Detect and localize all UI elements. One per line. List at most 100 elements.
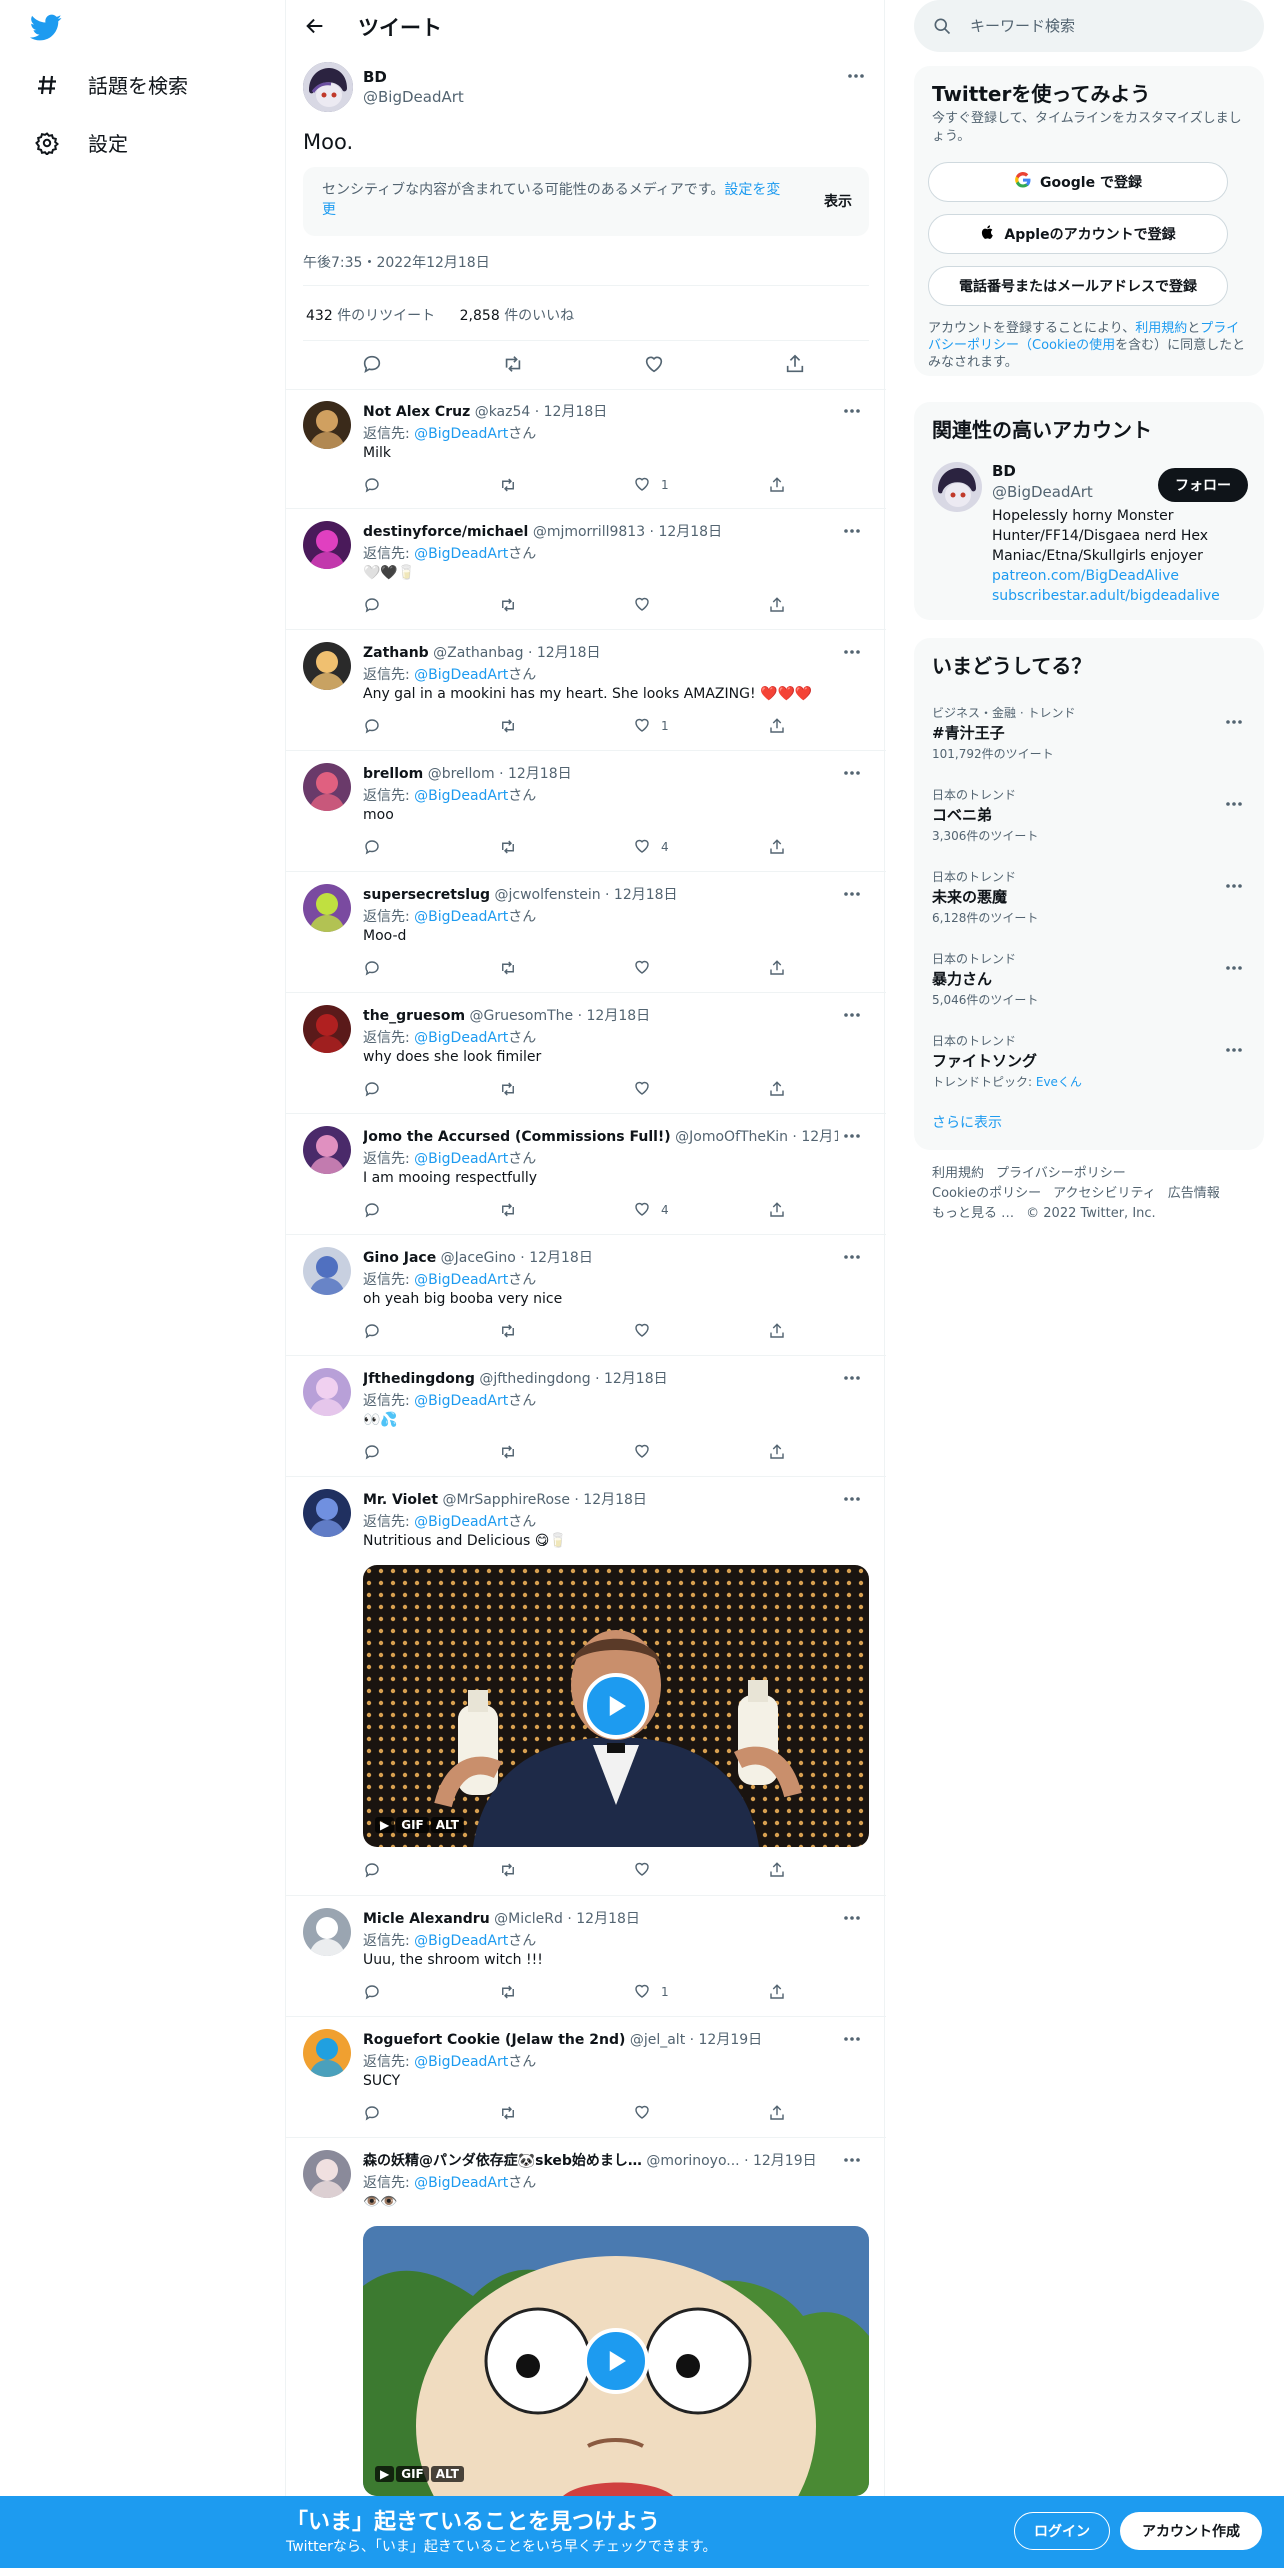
share-icon[interactable] [768,2102,786,2124]
share-icon[interactable] [768,957,786,979]
retweet-icon[interactable] [498,1859,518,1881]
reply-icon[interactable] [363,715,381,737]
more-options-icon[interactable] [1224,958,1250,978]
reply-handle-date[interactable]: @GruesomThe · 12月18日 [470,1008,651,1024]
login-button[interactable]: ログイン [1014,2512,1110,2550]
share-icon[interactable] [768,715,786,737]
reply-to-link[interactable]: @BigDeadArt [414,1272,508,1288]
reply-icon[interactable] [363,474,381,496]
reply-icon[interactable] [363,1441,381,1463]
reply-author-name[interactable]: Mr. Violet [363,1492,438,1508]
reply-handle-date[interactable]: @MrSapphireRose · 12月18日 [442,1492,646,1508]
reply-icon[interactable] [363,836,381,858]
reply-tweet[interactable]: Mr. Violet @MrSapphireRose · 12月18日 返信先: … [286,1477,886,1896]
nav-settings[interactable]: 設定 [34,128,128,157]
reply-handle-date[interactable]: @JomoOfTheKin · 12月18日 [675,1129,838,1145]
share-icon[interactable] [768,1320,786,1342]
likes-stat[interactable]: 2,858 件のいいね [460,308,575,324]
trend-item[interactable]: 日本のトレンド コベニ弟 3,306件のツイート [914,776,1264,856]
share-icon[interactable] [768,836,786,858]
more-options-icon[interactable] [842,1005,868,1025]
more-options-icon[interactable] [842,521,868,541]
like-button[interactable] [633,1441,661,1463]
reply-icon[interactable] [363,1981,381,2003]
reply-author-name[interactable]: Gino Jace [363,1250,436,1266]
footer-more[interactable]: もっと見る … [932,1206,1014,1221]
related-name[interactable]: BD [992,462,1016,480]
retweet-icon[interactable] [498,836,518,858]
search-box[interactable] [914,0,1264,52]
twitter-logo-icon[interactable] [30,14,66,44]
reply-avatar[interactable] [303,1908,351,1956]
create-account-button[interactable]: アカウント作成 [1120,2512,1262,2550]
reply-tweet[interactable]: brellom @brellom · 12月18日 返信先: @BigDeadAr… [286,751,886,872]
reply-to-link[interactable]: @BigDeadArt [414,667,508,683]
play-icon[interactable] [583,2328,649,2394]
reply-avatar[interactable] [303,763,351,811]
reply-handle-date[interactable]: @jcwolfenstein · 12月18日 [495,887,678,903]
retweet-icon[interactable] [498,1320,518,1342]
share-icon[interactable] [768,1859,786,1881]
trend-item[interactable]: 日本のトレンド 未来の悪魔 6,128件のツイート [914,858,1264,938]
reply-author-name[interactable]: Roguefort Cookie (Jelaw the 2nd) [363,2032,625,2048]
terms-link[interactable]: 利用規約 [1135,321,1187,336]
author-avatar[interactable] [303,62,353,112]
gif-media[interactable]: ▶ GIF ALT [363,2226,869,2496]
subscribestar-link[interactable]: subscribestar.adult/bigdeadalive [992,586,1242,606]
reply-handle-date[interactable]: @morinoyo... · 12月19日 [646,2153,816,2169]
nav-explore[interactable]: 話題を検索 [34,70,188,99]
reply-author-name[interactable]: brellom [363,766,423,782]
retweet-icon[interactable] [498,594,518,616]
reply-to-link[interactable]: @BigDeadArt [414,788,508,804]
more-options-icon[interactable] [842,642,868,662]
reply-to-link[interactable]: @BigDeadArt [414,2175,508,2191]
google-signup-button[interactable]: Google で登録 [928,162,1228,202]
follow-button[interactable]: フォロー [1158,468,1248,502]
more-options-icon[interactable] [1224,876,1250,896]
reply-tweet[interactable]: Roguefort Cookie (Jelaw the 2nd) @jel_al… [286,2017,886,2138]
retweet-icon[interactable] [498,1078,518,1100]
apple-signup-button[interactable]: Appleのアカウントで登録 [928,214,1228,254]
reply-icon[interactable] [363,2102,381,2124]
reply-icon[interactable] [360,352,384,376]
more-options-icon[interactable] [1224,794,1250,814]
footer-accessibility[interactable]: アクセシビリティ [1053,1186,1156,1201]
share-icon[interactable] [768,1981,786,2003]
trend-item[interactable]: ビジネス・金融 · トレンド #青汁王子 101,792件のツイート [914,694,1264,774]
footer-privacy[interactable]: プライバシーポリシー [996,1166,1126,1181]
reply-icon[interactable] [363,1859,381,1881]
reply-handle-date[interactable]: @MicleRd · 12月18日 [494,1911,640,1927]
reply-avatar[interactable] [303,401,351,449]
retweet-icon[interactable] [498,1981,518,2003]
reply-avatar[interactable] [303,884,351,932]
reply-handle-date[interactable]: @brellom · 12月18日 [428,766,572,782]
more-options-icon[interactable] [842,884,868,904]
more-options-icon[interactable] [1224,712,1250,732]
reply-avatar[interactable] [303,642,351,690]
reply-to-link[interactable]: @BigDeadArt [414,1393,508,1409]
retweet-icon[interactable] [498,2102,518,2124]
show-more-link[interactable]: さらに表示 [932,1112,1002,1132]
reply-avatar[interactable] [303,521,351,569]
more-options-icon[interactable] [842,2150,868,2170]
reply-icon[interactable] [363,1320,381,1342]
reply-to-link[interactable]: @BigDeadArt [414,909,508,925]
more-options-icon[interactable] [842,1126,868,1146]
share-icon[interactable] [768,1441,786,1463]
like-button[interactable]: 1 [633,1981,669,2003]
reply-author-name[interactable]: 森の妖精@パンダ依存症🐼skeb始めまし… [363,2153,642,2169]
reply-avatar[interactable] [303,1005,351,1053]
reply-tweet[interactable]: Micle Alexandru @MicleRd · 12月18日 返信先: @B… [286,1896,886,2017]
reply-icon[interactable] [363,1078,381,1100]
reply-author-name[interactable]: Jomo the Accursed (Commissions Full!) [363,1129,671,1145]
reply-author-name[interactable]: Zathanb [363,645,429,661]
reply-author-name[interactable]: Not Alex Cruz [363,404,470,420]
alt-badge[interactable]: ALT [430,2466,464,2482]
reply-avatar[interactable] [303,1247,351,1295]
reply-to-link[interactable]: @BigDeadArt [414,1514,508,1530]
related-avatar[interactable] [932,462,982,512]
footer-cookie[interactable]: Cookieのポリシー [932,1186,1041,1201]
reply-handle-date[interactable]: @Zathanbag · 12月18日 [433,645,600,661]
reply-icon[interactable] [363,594,381,616]
retweet-icon[interactable] [498,1441,518,1463]
